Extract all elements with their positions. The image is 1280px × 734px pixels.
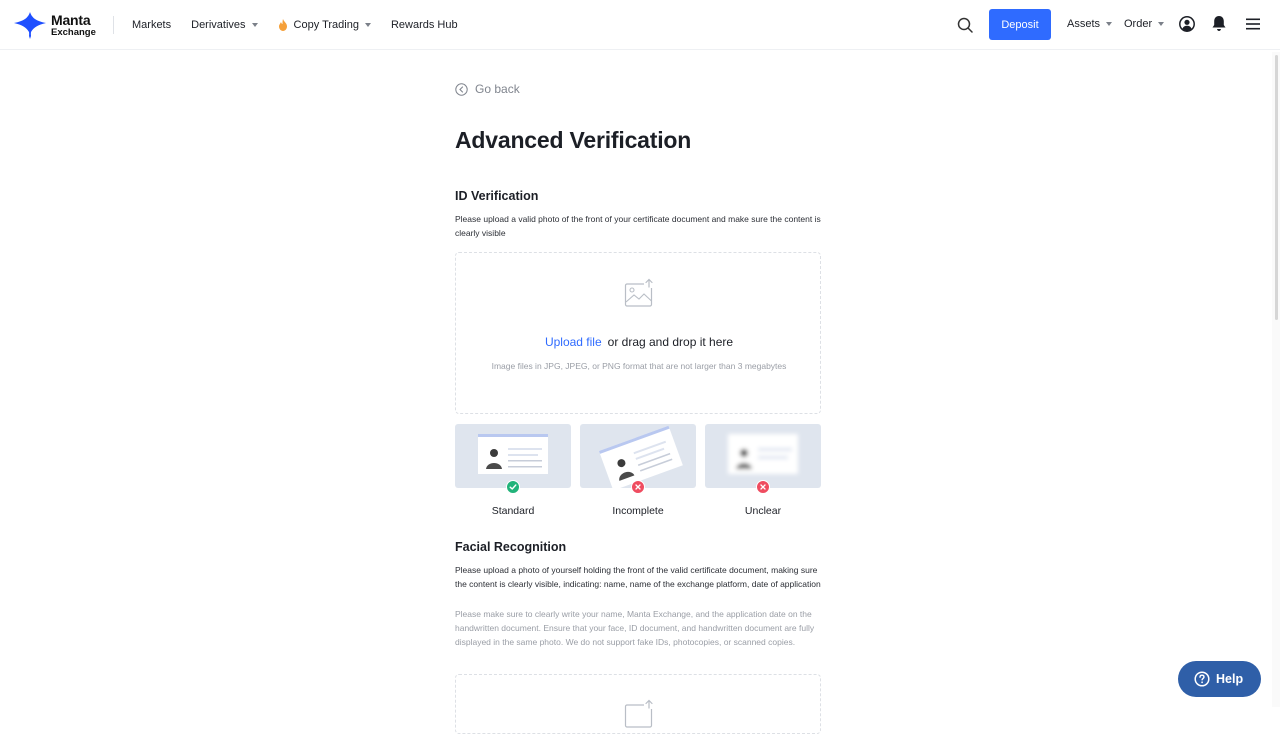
nav-order[interactable]: Order	[1124, 18, 1165, 30]
id-verification-description: Please upload a valid photo of the front…	[455, 214, 821, 238]
go-back-label: Go back	[475, 82, 520, 96]
image-upload-icon	[624, 699, 654, 728]
flame-icon	[278, 19, 287, 31]
page-scrollbar-thumb[interactable]	[1275, 55, 1278, 320]
search-icon[interactable]	[957, 17, 973, 33]
user-account-icon[interactable]	[1179, 16, 1195, 32]
page-title: Advanced Verification	[455, 127, 692, 153]
nav-assets-label: Assets	[1067, 18, 1101, 30]
unclear-id-card-image	[705, 424, 821, 488]
nav-order-label: Order	[1124, 18, 1153, 30]
question-circle-icon	[1194, 671, 1210, 687]
face-upload-dropzone[interactable]	[455, 674, 821, 734]
help-label: Help	[1216, 672, 1244, 686]
nav-markets-label: Markets	[132, 19, 172, 31]
nav-markets[interactable]: Markets	[132, 19, 171, 31]
deposit-label: Deposit	[1001, 18, 1039, 31]
nav-divider	[113, 16, 114, 34]
id-sample-examples: Standard Incomplete Unclear	[455, 424, 821, 524]
id-verification-heading: ID Verification	[455, 189, 539, 203]
error-x-icon	[756, 480, 770, 494]
top-navigation: Manta Exchange Markets Derivatives Copy …	[0, 0, 1280, 50]
sample-incomplete-label: Incomplete	[612, 505, 664, 517]
upload-format-hint: Image files in JPG, JPEG, or PNG format …	[491, 361, 787, 371]
sample-incomplete: Incomplete	[580, 424, 696, 517]
error-x-icon	[631, 480, 645, 494]
id-card-illustration	[478, 434, 548, 474]
hamburger-menu-icon[interactable]	[1246, 17, 1260, 31]
help-button[interactable]: Help	[1178, 661, 1261, 697]
chevron-down-icon	[364, 23, 371, 27]
id-upload-dropzone[interactable]: Upload file or drag and drop it here Imag…	[455, 252, 821, 414]
manta-logo-icon	[14, 12, 46, 39]
facial-recognition-description: Please upload a photo of yourself holdin…	[455, 565, 821, 589]
nav-derivatives-label: Derivatives	[191, 19, 246, 31]
brand-subtitle: Exchange	[51, 26, 96, 38]
incomplete-id-card-image	[580, 424, 696, 488]
chevron-down-icon	[1158, 22, 1165, 26]
facial-recognition-note: Please make sure to clearly write your n…	[455, 609, 815, 647]
sample-unclear: Unclear	[705, 424, 821, 517]
go-back-link[interactable]: Go back	[455, 82, 520, 96]
facial-recognition-heading: Facial Recognition	[455, 540, 567, 554]
nav-derivatives[interactable]: Derivatives	[191, 19, 258, 31]
sample-unclear-label: Unclear	[744, 505, 782, 517]
chevron-down-icon	[251, 23, 258, 27]
blurred-id-card-illustration	[728, 434, 798, 474]
sample-standard: Standard	[455, 424, 571, 517]
check-icon	[506, 480, 520, 494]
upload-file-link[interactable]: Upload file	[545, 335, 602, 349]
brand-logo[interactable]: Manta Exchange	[12, 10, 96, 40]
nav-rewards-hub[interactable]: Rewards Hub	[391, 19, 458, 31]
deposit-button[interactable]: Deposit	[989, 9, 1051, 40]
nav-rewards-hub-label: Rewards Hub	[390, 19, 458, 31]
notification-bell-icon[interactable]	[1211, 15, 1227, 32]
standard-id-card-image	[455, 424, 571, 488]
chevron-down-icon	[1106, 22, 1113, 26]
nav-copy-trading[interactable]: Copy Trading	[278, 19, 371, 31]
nav-copy-trading-label: Copy Trading	[293, 19, 359, 31]
image-upload-icon	[624, 278, 654, 307]
tilted-id-card-illustration	[598, 425, 683, 488]
nav-assets[interactable]: Assets	[1067, 18, 1113, 30]
back-arrow-icon	[455, 82, 468, 96]
upload-drag-text: or drag and drop it here	[607, 335, 734, 349]
sample-standard-label: Standard	[491, 505, 535, 517]
brand-name: Manta	[51, 11, 91, 28]
